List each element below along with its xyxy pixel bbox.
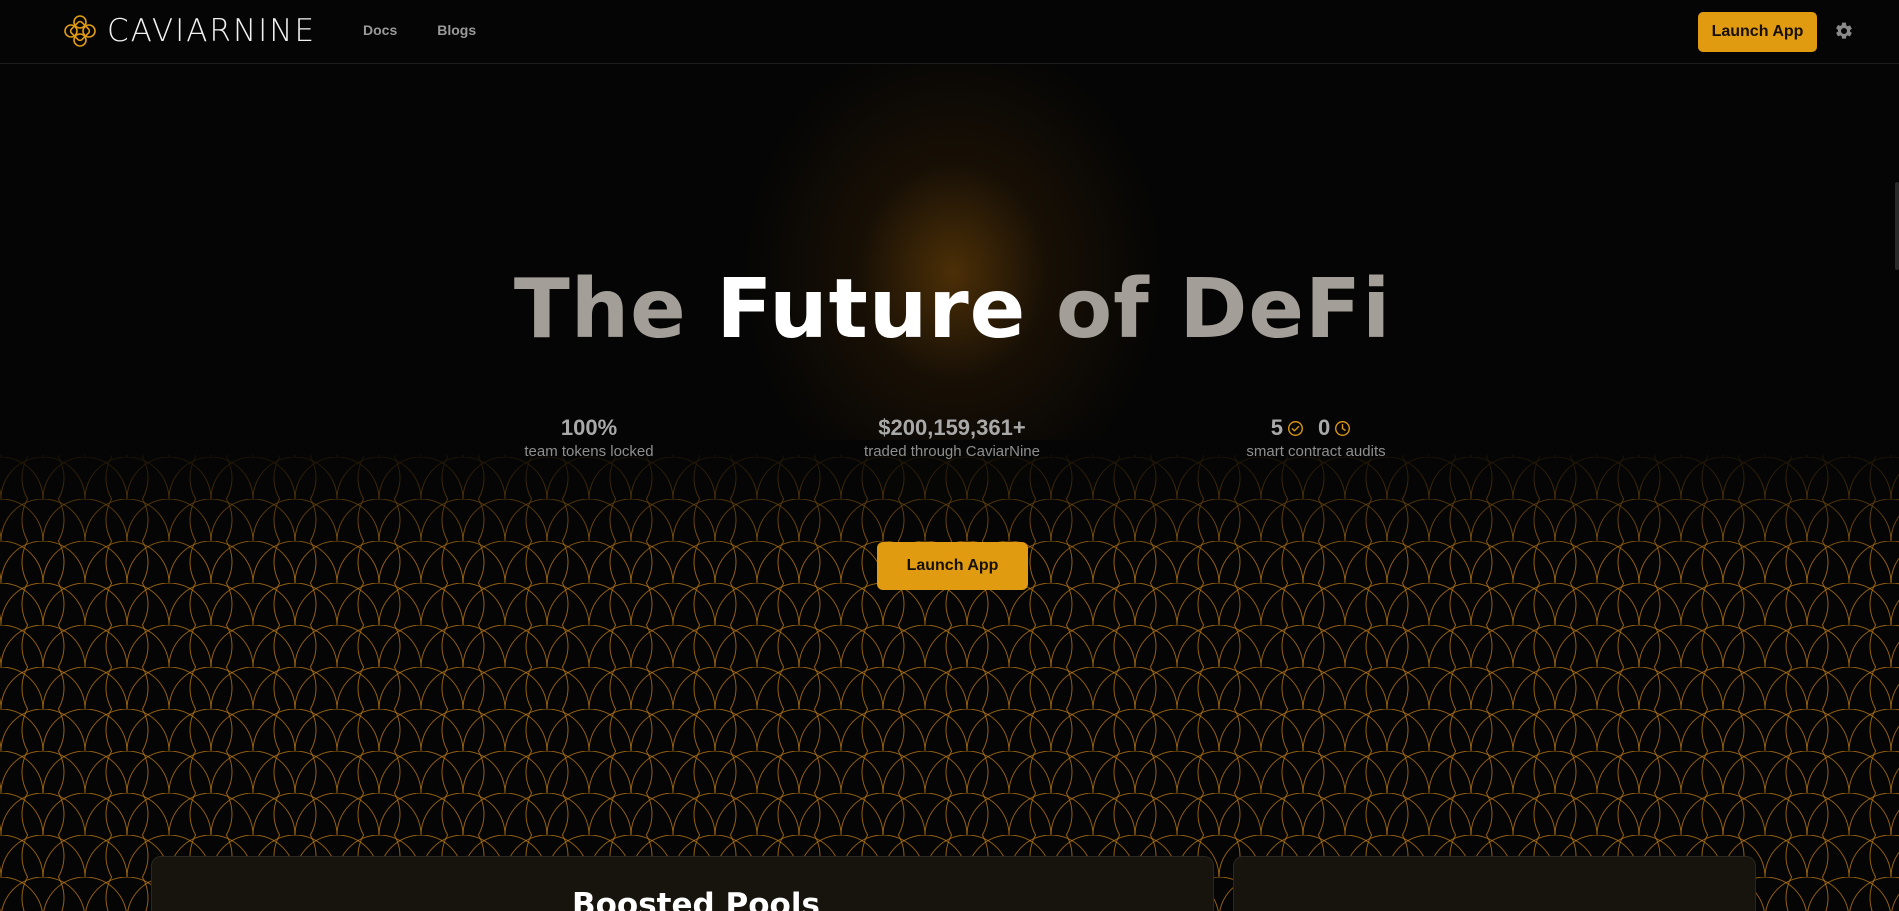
stat-tokens-locked: 100% team tokens locked: [439, 413, 739, 460]
header-launch-app-button[interactable]: Launch App: [1698, 12, 1817, 52]
gear-icon[interactable]: [1834, 21, 1854, 41]
main-nav: Docs Blogs: [363, 22, 476, 38]
nav-docs-link[interactable]: Docs: [363, 22, 397, 38]
stat-value: 100%: [560, 415, 618, 440]
hero-title: The Future of DeFi: [0, 262, 1899, 357]
hero-title-part-2: Future: [716, 262, 1027, 357]
stat-audits: 5 0 smart contract audits: [1166, 413, 1466, 460]
stat-label: traded through CaviarNine: [864, 443, 1040, 460]
nav-blogs-link[interactable]: Blogs: [437, 22, 476, 38]
brand-logo[interactable]: CAVIARNINE: [62, 13, 316, 49]
secondary-card: [1233, 856, 1756, 911]
boosted-pools-card: Boosted Pools: [151, 856, 1214, 911]
caviarnine-logo-icon: [64, 15, 96, 47]
audits-pending-count: 0: [1318, 415, 1331, 440]
landing-page: CAVIARNINE Docs Blogs Launch App The Fut…: [0, 0, 1899, 911]
scrollbar-thumb[interactable]: [1895, 182, 1899, 270]
hero-title-part-1: The: [513, 262, 687, 357]
clock-icon: [1335, 420, 1351, 436]
hero-title-part-3: of DeFi: [1055, 262, 1392, 357]
stat-volume-traded: $200,159,361+ traded through CaviarNine: [802, 413, 1102, 460]
boosted-pools-title: Boosted Pools: [572, 887, 820, 911]
brand-name: CAVIARNINE: [107, 13, 317, 49]
stat-label: team tokens locked: [524, 443, 654, 460]
hero-launch-app-button[interactable]: Launch App: [877, 542, 1028, 590]
top-nav-bar: CAVIARNINE Docs Blogs Launch App: [0, 0, 1899, 64]
audits-completed-count: 5: [1270, 415, 1283, 440]
check-circle-icon: [1288, 420, 1303, 436]
stat-label: smart contract audits: [1246, 443, 1386, 460]
stat-value: $200,159,361+: [878, 415, 1026, 440]
stat-audit-values: 5 0: [1166, 413, 1466, 443]
